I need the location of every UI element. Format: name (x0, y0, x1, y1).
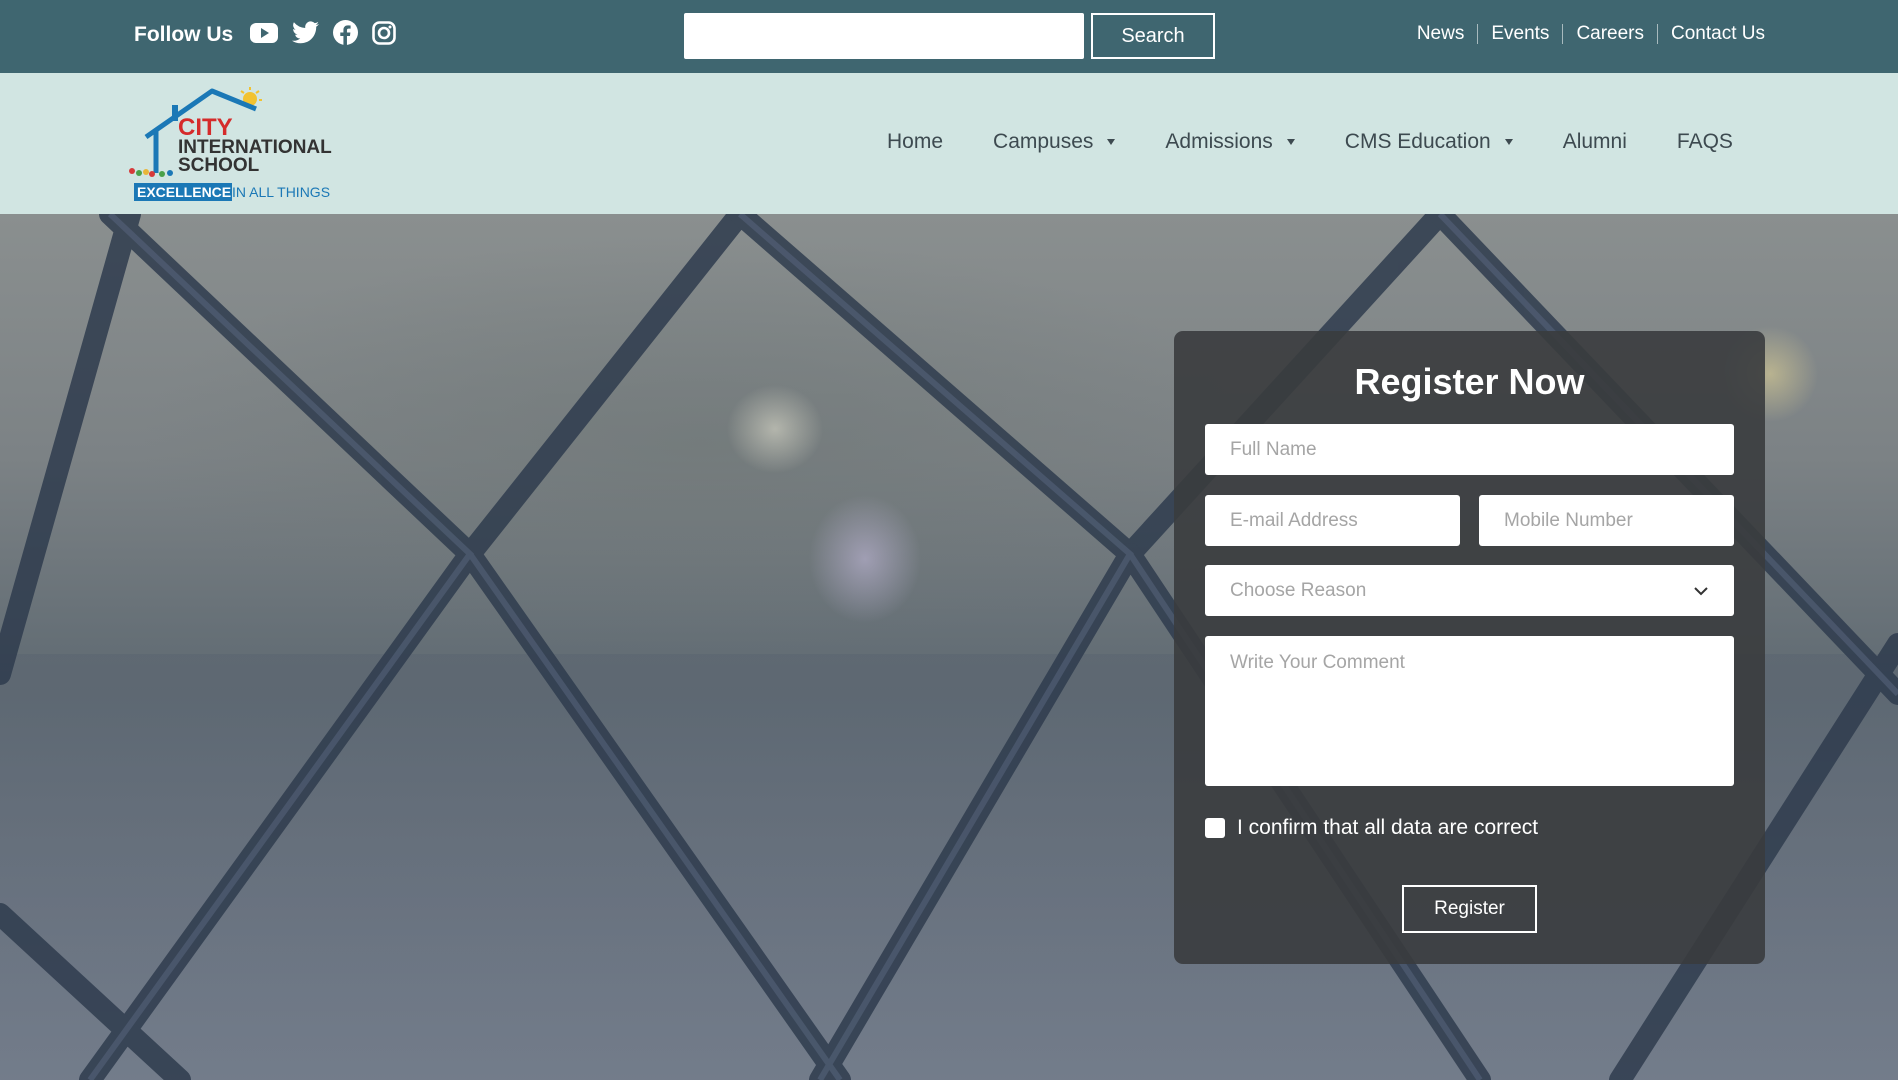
top-link-events[interactable]: Events (1477, 24, 1562, 44)
nav-item-faqs[interactable]: FAQS (1677, 130, 1733, 154)
school-logo[interactable]: CITY INTERNATIONAL SCHOOL EXCELLENCE IN … (124, 83, 354, 207)
top-bar: Follow Us Search News Events Careers Con… (0, 0, 1898, 73)
house-logo-icon: CITY INTERNATIONAL SCHOOL EXCELLENCE IN … (129, 87, 332, 201)
top-link-contact-us[interactable]: Contact Us (1657, 24, 1765, 44)
nav-item-alumni[interactable]: Alumni (1563, 130, 1627, 154)
caret-down-icon (1504, 139, 1513, 145)
full-name-field[interactable] (1205, 424, 1734, 475)
social-links (250, 20, 396, 45)
logo-tagline-highlight: EXCELLENCE (137, 184, 231, 200)
twitter-icon[interactable] (292, 21, 319, 44)
nav-label-home: Home (887, 130, 944, 153)
instagram-icon[interactable] (372, 20, 396, 45)
logo-tagline-rest: IN ALL THINGS (232, 184, 330, 200)
search-button[interactable]: Search (1091, 13, 1215, 59)
top-link-careers[interactable]: Careers (1562, 24, 1657, 44)
nav-label-cms-education: CMS Education (1344, 130, 1491, 153)
top-link-news[interactable]: News (1404, 24, 1478, 44)
reason-select[interactable]: Choose Reason (1205, 565, 1734, 616)
nav-label-admissions: Admissions (1165, 130, 1273, 153)
nav-item-admissions[interactable]: Admissions (1165, 130, 1295, 154)
facebook-icon[interactable] (333, 20, 358, 45)
follow-us-label: Follow Us (134, 23, 234, 46)
nav-label-alumni: Alumni (1562, 130, 1627, 153)
main-navbar: CITY INTERNATIONAL SCHOOL EXCELLENCE IN … (0, 73, 1898, 214)
caret-down-icon (1286, 139, 1295, 145)
register-title: Register Now (1354, 361, 1585, 402)
top-links: News Events Careers Contact Us (1404, 24, 1765, 44)
chevron-down-icon (1694, 586, 1708, 595)
youtube-icon[interactable] (250, 22, 278, 44)
nav-item-cms-education[interactable]: CMS Education (1345, 130, 1513, 154)
mobile-number-field[interactable] (1479, 495, 1734, 546)
search-input[interactable] (684, 13, 1084, 59)
confirm-label: I confirm that all data are correct (1237, 816, 1539, 839)
nav-item-campuses[interactable]: Campuses (993, 130, 1116, 154)
confirm-checkbox[interactable] (1205, 818, 1225, 838)
confirm-row: I confirm that all data are correct (1205, 816, 1538, 840)
register-button[interactable]: Register (1402, 885, 1537, 933)
reason-select-value: Choose Reason (1230, 579, 1367, 601)
logo-line3: SCHOOL (178, 155, 260, 176)
comment-field[interactable] (1205, 636, 1734, 786)
caret-down-icon (1107, 139, 1116, 145)
main-nav: Home Campuses Admissions CMS Education A… (887, 130, 1733, 154)
nav-label-campuses: Campuses (993, 130, 1094, 153)
nav-item-home[interactable]: Home (887, 130, 943, 154)
register-card: Register Now Choose Reason I confirm tha… (1174, 331, 1765, 964)
email-field[interactable] (1205, 495, 1460, 546)
nav-label-faqs: FAQS (1676, 130, 1733, 153)
